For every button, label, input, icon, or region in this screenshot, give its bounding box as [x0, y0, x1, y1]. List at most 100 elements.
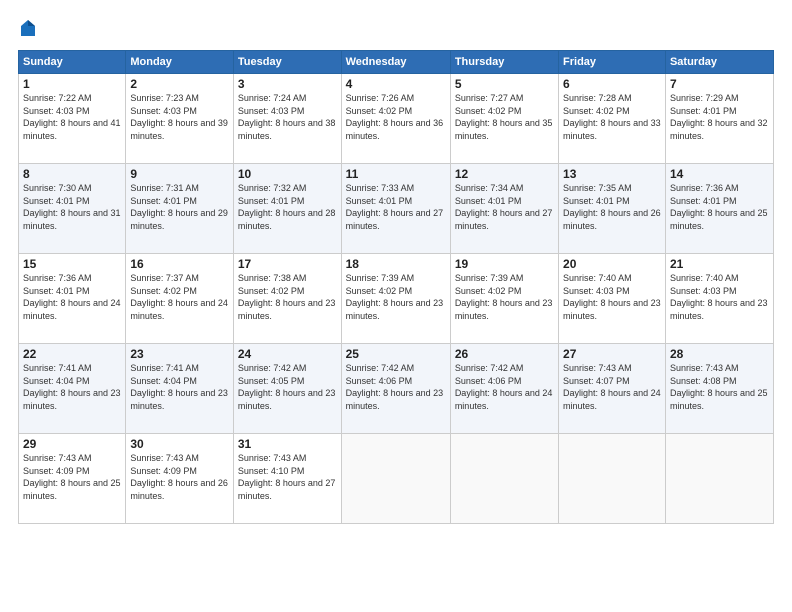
day-number: 2 — [130, 77, 229, 91]
dow-header: Thursday — [450, 51, 558, 74]
day-info: Sunrise: 7:29 AMSunset: 4:01 PMDaylight:… — [670, 93, 768, 141]
logo — [18, 18, 38, 40]
day-number: 10 — [238, 167, 337, 181]
calendar-cell: 29 Sunrise: 7:43 AMSunset: 4:09 PMDayligh… — [19, 434, 126, 524]
calendar-cell: 6 Sunrise: 7:28 AMSunset: 4:02 PMDaylight… — [559, 74, 666, 164]
calendar-cell: 15 Sunrise: 7:36 AMSunset: 4:01 PMDayligh… — [19, 254, 126, 344]
day-number: 4 — [346, 77, 446, 91]
day-info: Sunrise: 7:40 AMSunset: 4:03 PMDaylight:… — [670, 273, 768, 321]
calendar-cell: 2 Sunrise: 7:23 AMSunset: 4:03 PMDaylight… — [126, 74, 234, 164]
day-number: 1 — [23, 77, 121, 91]
day-info: Sunrise: 7:39 AMSunset: 4:02 PMDaylight:… — [455, 273, 553, 321]
calendar-cell: 4 Sunrise: 7:26 AMSunset: 4:02 PMDaylight… — [341, 74, 450, 164]
calendar-cell: 9 Sunrise: 7:31 AMSunset: 4:01 PMDaylight… — [126, 164, 234, 254]
dow-header: Wednesday — [341, 51, 450, 74]
day-info: Sunrise: 7:42 AMSunset: 4:05 PMDaylight:… — [238, 363, 336, 411]
calendar-cell: 5 Sunrise: 7:27 AMSunset: 4:02 PMDaylight… — [450, 74, 558, 164]
day-info: Sunrise: 7:42 AMSunset: 4:06 PMDaylight:… — [455, 363, 553, 411]
day-number: 23 — [130, 347, 229, 361]
dow-header: Saturday — [665, 51, 773, 74]
day-info: Sunrise: 7:32 AMSunset: 4:01 PMDaylight:… — [238, 183, 336, 231]
calendar-cell: 17 Sunrise: 7:38 AMSunset: 4:02 PMDayligh… — [233, 254, 341, 344]
day-number: 27 — [563, 347, 661, 361]
day-number: 3 — [238, 77, 337, 91]
day-number: 30 — [130, 437, 229, 451]
calendar-table: SundayMondayTuesdayWednesdayThursdayFrid… — [18, 50, 774, 524]
dow-header: Sunday — [19, 51, 126, 74]
day-info: Sunrise: 7:43 AMSunset: 4:10 PMDaylight:… — [238, 453, 336, 501]
day-info: Sunrise: 7:40 AMSunset: 4:03 PMDaylight:… — [563, 273, 661, 321]
day-info: Sunrise: 7:28 AMSunset: 4:02 PMDaylight:… — [563, 93, 661, 141]
calendar-cell: 1 Sunrise: 7:22 AMSunset: 4:03 PMDaylight… — [19, 74, 126, 164]
calendar-cell: 22 Sunrise: 7:41 AMSunset: 4:04 PMDayligh… — [19, 344, 126, 434]
day-info: Sunrise: 7:43 AMSunset: 4:08 PMDaylight:… — [670, 363, 768, 411]
day-number: 18 — [346, 257, 446, 271]
day-info: Sunrise: 7:36 AMSunset: 4:01 PMDaylight:… — [23, 273, 121, 321]
day-info: Sunrise: 7:31 AMSunset: 4:01 PMDaylight:… — [130, 183, 228, 231]
day-number: 24 — [238, 347, 337, 361]
day-number: 6 — [563, 77, 661, 91]
day-number: 17 — [238, 257, 337, 271]
day-number: 20 — [563, 257, 661, 271]
day-number: 12 — [455, 167, 554, 181]
calendar-cell: 27 Sunrise: 7:43 AMSunset: 4:07 PMDayligh… — [559, 344, 666, 434]
day-info: Sunrise: 7:23 AMSunset: 4:03 PMDaylight:… — [130, 93, 228, 141]
dow-header: Monday — [126, 51, 234, 74]
day-info: Sunrise: 7:33 AMSunset: 4:01 PMDaylight:… — [346, 183, 444, 231]
calendar-cell: 18 Sunrise: 7:39 AMSunset: 4:02 PMDayligh… — [341, 254, 450, 344]
calendar-cell: 28 Sunrise: 7:43 AMSunset: 4:08 PMDayligh… — [665, 344, 773, 434]
day-info: Sunrise: 7:43 AMSunset: 4:09 PMDaylight:… — [130, 453, 228, 501]
day-info: Sunrise: 7:41 AMSunset: 4:04 PMDaylight:… — [23, 363, 121, 411]
calendar-cell: 16Sunrise: 7:37 AMSunset: 4:02 PMDayligh… — [126, 254, 234, 344]
day-info: Sunrise: 7:26 AMSunset: 4:02 PMDaylight:… — [346, 93, 444, 141]
calendar-cell: 3 Sunrise: 7:24 AMSunset: 4:03 PMDaylight… — [233, 74, 341, 164]
calendar-cell: 8 Sunrise: 7:30 AMSunset: 4:01 PMDaylight… — [19, 164, 126, 254]
calendar-cell: 21 Sunrise: 7:40 AMSunset: 4:03 PMDayligh… — [665, 254, 773, 344]
day-number: 7 — [670, 77, 769, 91]
day-number: 16 — [130, 257, 229, 271]
day-info: Sunrise: 7:42 AMSunset: 4:06 PMDaylight:… — [346, 363, 444, 411]
calendar-cell — [341, 434, 450, 524]
day-number: 15 — [23, 257, 121, 271]
day-info: Sunrise: 7:43 AMSunset: 4:07 PMDaylight:… — [563, 363, 661, 411]
calendar-cell — [450, 434, 558, 524]
day-info: Sunrise: 7:24 AMSunset: 4:03 PMDaylight:… — [238, 93, 336, 141]
calendar-cell: 31Sunrise: 7:43 AMSunset: 4:10 PMDayligh… — [233, 434, 341, 524]
calendar-cell: 25 Sunrise: 7:42 AMSunset: 4:06 PMDayligh… — [341, 344, 450, 434]
day-number: 8 — [23, 167, 121, 181]
day-info: Sunrise: 7:41 AMSunset: 4:04 PMDaylight:… — [130, 363, 228, 411]
day-number: 22 — [23, 347, 121, 361]
day-info: Sunrise: 7:39 AMSunset: 4:02 PMDaylight:… — [346, 273, 444, 321]
calendar-cell: 13 Sunrise: 7:35 AMSunset: 4:01 PMDayligh… — [559, 164, 666, 254]
day-info: Sunrise: 7:22 AMSunset: 4:03 PMDaylight:… — [23, 93, 121, 141]
calendar-cell: 26 Sunrise: 7:42 AMSunset: 4:06 PMDayligh… — [450, 344, 558, 434]
day-number: 11 — [346, 167, 446, 181]
day-number: 9 — [130, 167, 229, 181]
calendar-cell: 14 Sunrise: 7:36 AMSunset: 4:01 PMDayligh… — [665, 164, 773, 254]
calendar-cell: 20 Sunrise: 7:40 AMSunset: 4:03 PMDayligh… — [559, 254, 666, 344]
day-info: Sunrise: 7:38 AMSunset: 4:02 PMDaylight:… — [238, 273, 336, 321]
day-number: 29 — [23, 437, 121, 451]
day-info: Sunrise: 7:36 AMSunset: 4:01 PMDaylight:… — [670, 183, 768, 231]
calendar-cell: 11 Sunrise: 7:33 AMSunset: 4:01 PMDayligh… — [341, 164, 450, 254]
day-info: Sunrise: 7:27 AMSunset: 4:02 PMDaylight:… — [455, 93, 553, 141]
day-number: 25 — [346, 347, 446, 361]
day-number: 13 — [563, 167, 661, 181]
day-info: Sunrise: 7:35 AMSunset: 4:01 PMDaylight:… — [563, 183, 661, 231]
day-number: 14 — [670, 167, 769, 181]
calendar-cell: 30 Sunrise: 7:43 AMSunset: 4:09 PMDayligh… — [126, 434, 234, 524]
day-info: Sunrise: 7:30 AMSunset: 4:01 PMDaylight:… — [23, 183, 121, 231]
day-number: 28 — [670, 347, 769, 361]
day-number: 5 — [455, 77, 554, 91]
dow-header: Friday — [559, 51, 666, 74]
calendar-cell: 24 Sunrise: 7:42 AMSunset: 4:05 PMDayligh… — [233, 344, 341, 434]
dow-header: Tuesday — [233, 51, 341, 74]
day-number: 19 — [455, 257, 554, 271]
calendar-cell: 19 Sunrise: 7:39 AMSunset: 4:02 PMDayligh… — [450, 254, 558, 344]
calendar-cell — [559, 434, 666, 524]
day-info: Sunrise: 7:43 AMSunset: 4:09 PMDaylight:… — [23, 453, 121, 501]
calendar-cell — [665, 434, 773, 524]
day-number: 21 — [670, 257, 769, 271]
calendar-cell: 12Sunrise: 7:34 AMSunset: 4:01 PMDayligh… — [450, 164, 558, 254]
day-number: 26 — [455, 347, 554, 361]
